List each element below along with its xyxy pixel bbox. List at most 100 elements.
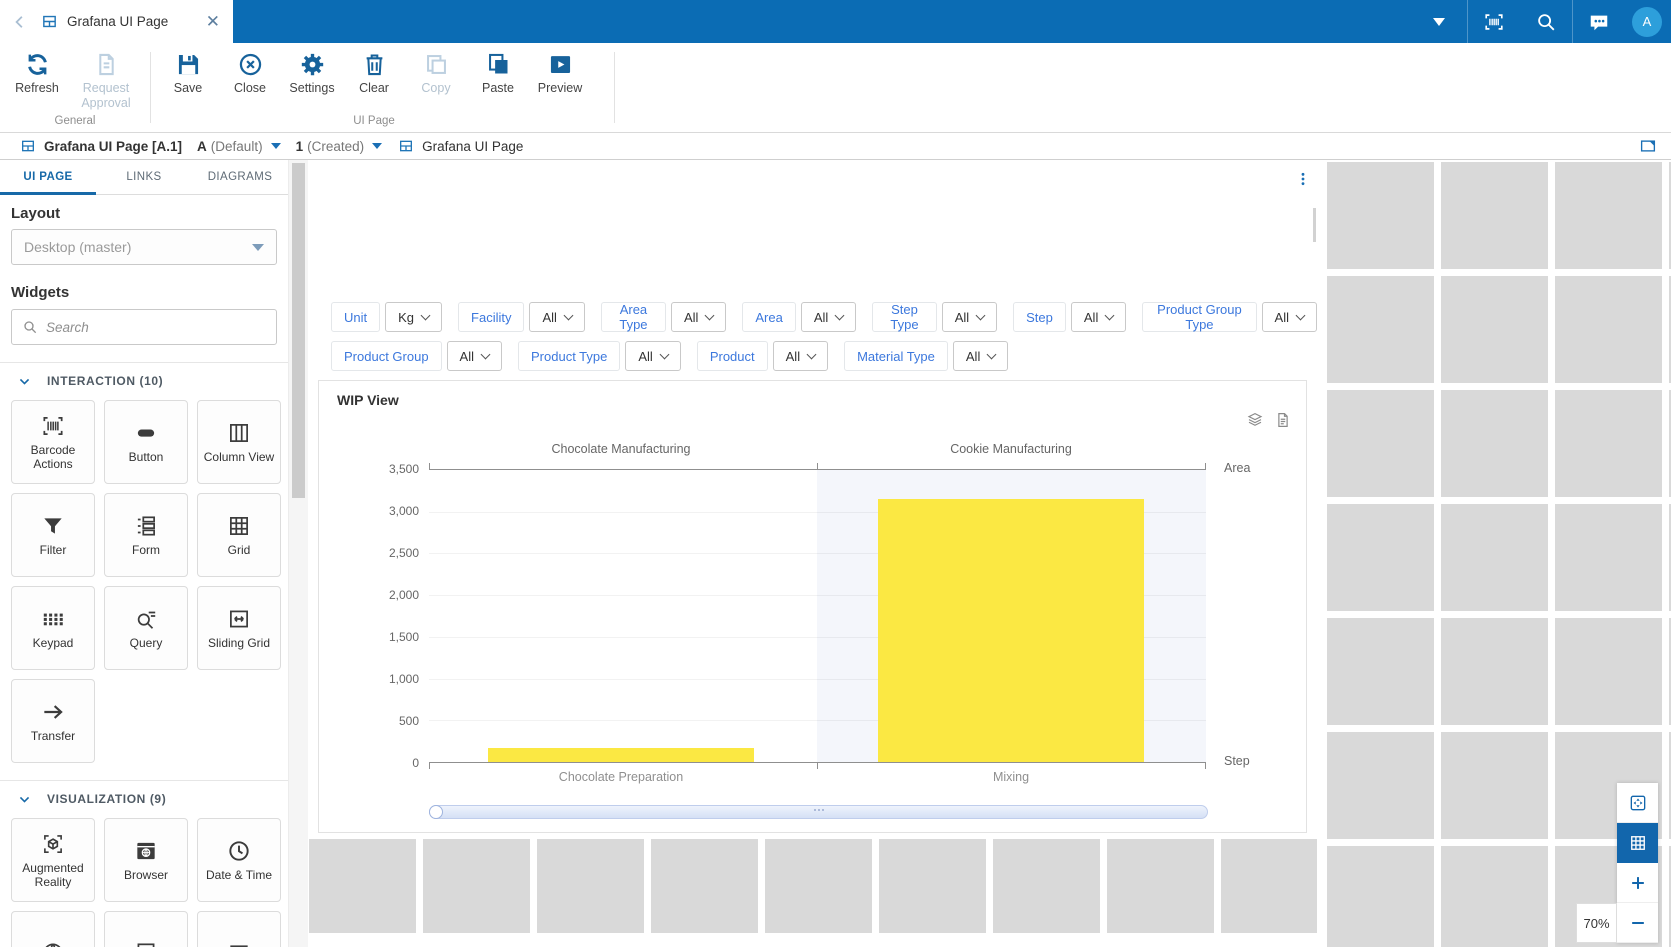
widget-tile-partial[interactable] bbox=[104, 911, 188, 947]
widget-tile-barcode-actions[interactable]: Barcode Actions bbox=[11, 400, 95, 484]
revision-dropdown-caret[interactable] bbox=[372, 143, 382, 149]
placeholder-tile bbox=[1441, 504, 1548, 611]
layers-icon[interactable] bbox=[1246, 411, 1264, 429]
placeholder-tile bbox=[1555, 504, 1662, 611]
ribbon-button-label: Refresh bbox=[15, 81, 59, 96]
placeholder-tile bbox=[423, 839, 530, 933]
chat-icon[interactable] bbox=[1588, 11, 1610, 33]
clear-button[interactable]: Clear bbox=[343, 49, 405, 96]
filter-label-chip[interactable]: Step Type bbox=[872, 302, 936, 332]
version-dropdown-caret[interactable] bbox=[271, 143, 281, 149]
filter-value-chip[interactable]: All bbox=[1071, 302, 1126, 332]
paste-button[interactable]: Paste bbox=[467, 49, 529, 96]
widget-tile-grid[interactable]: Grid bbox=[197, 493, 281, 577]
filter-value: All bbox=[1275, 310, 1289, 325]
filter-value-chip[interactable]: All bbox=[953, 341, 1008, 371]
breadcrumb-entity-title: Grafana UI Page [A.1] bbox=[44, 139, 182, 154]
barcode-scanner-icon[interactable] bbox=[1483, 11, 1505, 33]
filter-label-chip[interactable]: Area bbox=[742, 302, 795, 332]
expand-panel-icon[interactable] bbox=[1639, 137, 1657, 155]
widget-tile-query[interactable]: Query bbox=[104, 586, 188, 670]
layout-select[interactable]: Desktop (master) bbox=[11, 229, 277, 265]
search-icon[interactable] bbox=[1535, 11, 1557, 33]
widget-tile-keypad[interactable]: Keypad bbox=[11, 586, 95, 670]
chart-title: WIP View bbox=[337, 392, 399, 408]
close-button[interactable]: Close bbox=[219, 49, 281, 96]
filter-label-chip[interactable]: Step bbox=[1013, 302, 1066, 332]
zoom-out-button[interactable] bbox=[1617, 903, 1658, 943]
widget-tile-label: Column View bbox=[204, 451, 274, 465]
filter-label-chip[interactable]: Product bbox=[697, 341, 768, 371]
placeholder-tile bbox=[1555, 276, 1662, 383]
app-tab[interactable]: Grafana UI Page ✕ bbox=[41, 13, 233, 30]
filter-label-chip[interactable]: Area Type bbox=[601, 302, 666, 332]
slider-grip[interactable] bbox=[814, 809, 824, 811]
tab-close-icon[interactable]: ✕ bbox=[206, 13, 220, 30]
filter-value-chip[interactable]: All bbox=[625, 341, 680, 371]
visualization-section-header[interactable]: VISUALIZATION (9) bbox=[18, 792, 277, 806]
ribbon-toolbar: Refresh Request Approval General Save Cl… bbox=[0, 43, 1671, 133]
widget-tile-browser[interactable]: Browser bbox=[104, 818, 188, 902]
filter-value: All bbox=[1084, 310, 1098, 325]
chart-bar bbox=[878, 499, 1144, 762]
toggle-grid-button[interactable] bbox=[1617, 823, 1658, 863]
widget-search-input[interactable] bbox=[46, 320, 266, 335]
filter-label-chip[interactable]: Product Type bbox=[518, 341, 620, 371]
chart-plot-area bbox=[429, 469, 1206, 763]
filter-value-chip[interactable]: All bbox=[1262, 302, 1317, 332]
widget-tile-label: Form bbox=[132, 544, 160, 558]
widget-tile-label: Filter bbox=[40, 544, 67, 558]
widget-tile-label: Grid bbox=[228, 544, 251, 558]
filter-value-chip[interactable]: Kg bbox=[385, 302, 442, 332]
fit-to-screen-button[interactable] bbox=[1617, 783, 1658, 823]
sidebar-scrollbar[interactable] bbox=[288, 160, 308, 947]
avatar[interactable]: A bbox=[1632, 7, 1662, 37]
filter-label-chip[interactable]: Unit bbox=[331, 302, 380, 332]
design-canvas[interactable]: Unit Kg Facility All bbox=[308, 160, 1317, 835]
widget-tile-button[interactable]: Button bbox=[104, 400, 188, 484]
filter-label-chip[interactable]: Material Type bbox=[844, 341, 948, 371]
document-icon[interactable] bbox=[1274, 411, 1292, 429]
wip-view-card: WIP View Chocolate Manufacturing Cookie … bbox=[318, 380, 1307, 833]
breadcrumb-version-state: (Default) bbox=[211, 139, 263, 154]
widget-tile-partial[interactable] bbox=[11, 911, 95, 947]
interaction-section-header[interactable]: INTERACTION (10) bbox=[18, 374, 277, 388]
tab-links[interactable]: LINKS bbox=[96, 160, 192, 194]
back-chevron-icon[interactable] bbox=[11, 13, 29, 31]
filter-value: All bbox=[955, 310, 969, 325]
filter-value-chip[interactable]: All bbox=[447, 341, 502, 371]
canvas-scrollbar-thumb[interactable] bbox=[1313, 208, 1316, 242]
filter-label-chip[interactable]: Facility bbox=[458, 302, 524, 332]
widget-tile-partial[interactable] bbox=[197, 911, 281, 947]
filter-value-chip[interactable]: All bbox=[529, 302, 584, 332]
widget-tile-column-view[interactable]: Column View bbox=[197, 400, 281, 484]
settings-button[interactable]: Settings bbox=[281, 49, 343, 96]
save-button[interactable]: Save bbox=[157, 49, 219, 96]
tab-ui-page[interactable]: UI PAGE bbox=[0, 160, 96, 194]
widget-tile-date-time[interactable]: Date & Time bbox=[197, 818, 281, 902]
widget-tile-transfer[interactable]: Transfer bbox=[11, 679, 95, 763]
kebab-menu-icon[interactable] bbox=[1295, 170, 1311, 188]
scrollbar-thumb[interactable] bbox=[292, 163, 305, 498]
filter-value-chip[interactable]: All bbox=[773, 341, 828, 371]
widget-tile-sliding-grid[interactable]: Sliding Grid bbox=[197, 586, 281, 670]
filter-value-chip[interactable]: All bbox=[942, 302, 997, 332]
chart-range-slider[interactable] bbox=[429, 805, 1208, 819]
filter-row: Unit Kg Facility All bbox=[331, 302, 1317, 332]
preview-button[interactable]: Preview bbox=[529, 49, 591, 96]
breadcrumb-version: A bbox=[197, 139, 207, 154]
zoom-in-button[interactable] bbox=[1617, 863, 1658, 903]
chevron-down-icon[interactable] bbox=[1433, 18, 1445, 26]
tab-diagrams[interactable]: DIAGRAMS bbox=[192, 160, 288, 194]
widget-search bbox=[11, 309, 277, 345]
refresh-button[interactable]: Refresh bbox=[6, 49, 68, 111]
filter-label-chip[interactable]: Product Group Type bbox=[1142, 302, 1256, 332]
widget-tile-filter[interactable]: Filter bbox=[11, 493, 95, 577]
filter-label-chip[interactable]: Product Group bbox=[331, 341, 442, 371]
slider-handle[interactable] bbox=[429, 805, 443, 819]
filter-value-chip[interactable]: All bbox=[671, 302, 726, 332]
trash-icon bbox=[361, 51, 388, 78]
widget-tile-augmented-reality[interactable]: Augmented Reality bbox=[11, 818, 95, 902]
filter-value-chip[interactable]: All bbox=[801, 302, 856, 332]
widget-tile-form[interactable]: Form bbox=[104, 493, 188, 577]
